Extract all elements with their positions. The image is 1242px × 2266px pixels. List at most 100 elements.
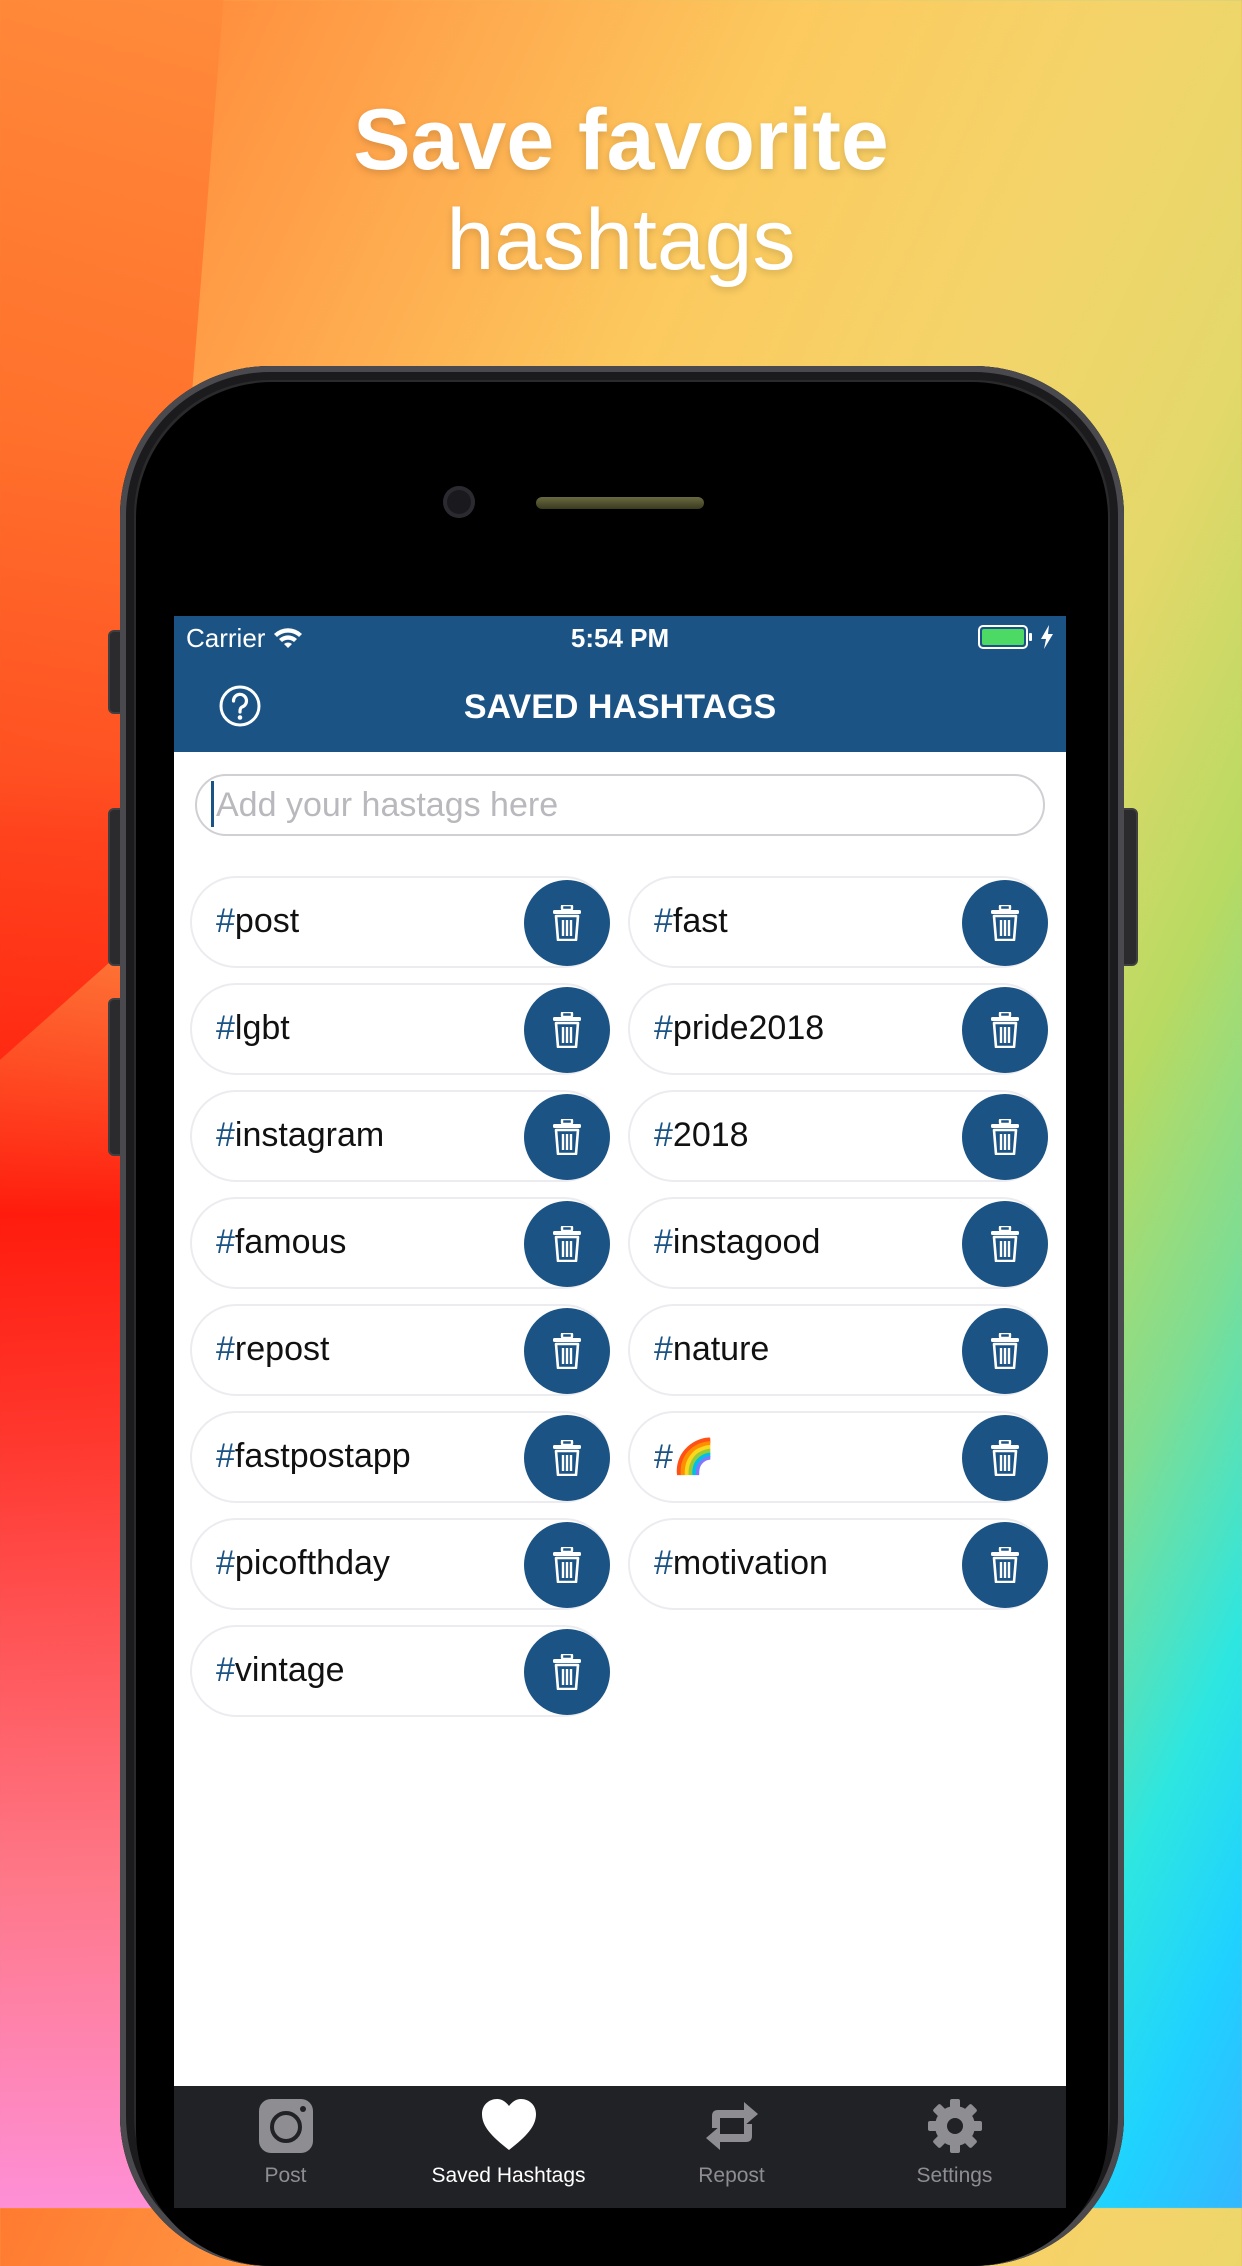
camera-icon	[259, 2099, 313, 2153]
delete-hashtag-button[interactable]	[524, 987, 610, 1073]
hash-symbol: #	[216, 1009, 235, 1047]
hash-symbol: #	[216, 1223, 235, 1261]
trash-icon	[991, 1440, 1019, 1476]
hashtag-chip[interactable]: #fast	[628, 876, 1048, 968]
hashtag-label: vintage	[234, 1651, 345, 1689]
trash-icon	[553, 1333, 581, 1369]
heart-icon	[482, 2099, 536, 2150]
tab-saved-hashtags[interactable]: Saved Hashtags	[397, 2086, 620, 2208]
hash-symbol: #	[216, 1330, 235, 1368]
tab-settings[interactable]: Settings	[843, 2086, 1066, 2208]
delete-hashtag-button[interactable]	[962, 987, 1048, 1073]
hash-symbol: #	[216, 1651, 235, 1689]
hashtag-chip[interactable]: #fastpostapp	[190, 1411, 610, 1503]
trash-icon	[991, 1333, 1019, 1369]
charging-bolt-icon	[1041, 625, 1053, 649]
hashtag-chip[interactable]: #repost	[190, 1304, 610, 1396]
hashtag-label: lgbt	[234, 1009, 290, 1047]
page-title: SAVED HASHTAGS	[463, 688, 777, 726]
hashtag-chip[interactable]: #picofthday	[190, 1518, 610, 1610]
hashtag-chip[interactable]: #instagram	[190, 1090, 610, 1182]
tab-repost-label: Repost	[698, 2164, 765, 2187]
hashtag-label: instagram	[234, 1116, 385, 1154]
hashtag-chip[interactable]: #🌈	[628, 1411, 1048, 1503]
power-button	[1122, 808, 1138, 966]
trash-icon	[553, 1547, 581, 1583]
hashtag-label: fast	[672, 902, 728, 940]
delete-hashtag-button[interactable]	[524, 880, 610, 966]
delete-hashtag-button[interactable]	[524, 1415, 610, 1501]
headline-line-2: hashtags	[446, 192, 796, 288]
gear-icon	[928, 2099, 982, 2153]
hashtag-text: #lgbt	[216, 1009, 290, 1048]
battery-indicator	[978, 625, 1054, 649]
tab-settings-label: Settings	[916, 2164, 993, 2187]
hashtag-chip[interactable]: #post	[190, 876, 610, 968]
headline-line-1: Save favorite	[353, 92, 889, 188]
hash-symbol: #	[654, 902, 673, 940]
status-time: 5:54 PM	[570, 623, 670, 653]
hashtag-chip[interactable]: #pride2018	[628, 983, 1048, 1075]
tab-saved-hashtags-label: Saved Hashtags	[431, 2164, 586, 2187]
earpiece-speaker	[536, 497, 704, 509]
delete-hashtag-button[interactable]	[962, 1415, 1048, 1501]
trash-icon	[991, 1226, 1019, 1262]
hashtag-input[interactable]: Add your hastags here	[195, 774, 1045, 836]
trash-icon	[553, 1012, 581, 1048]
delete-hashtag-button[interactable]	[524, 1629, 610, 1715]
hashtag-chip[interactable]: #lgbt	[190, 983, 610, 1075]
hash-symbol: #	[654, 1116, 673, 1154]
hashtag-label: repost	[234, 1330, 330, 1368]
hash-symbol: #	[654, 1544, 673, 1582]
hash-symbol: #	[216, 1544, 235, 1582]
hash-symbol: #	[216, 1437, 235, 1475]
trash-icon	[553, 905, 581, 941]
delete-hashtag-button[interactable]	[962, 1094, 1048, 1180]
hashtag-text: #🌈	[654, 1437, 715, 1477]
delete-hashtag-button[interactable]	[962, 1308, 1048, 1394]
navigation-bar: SAVED HASHTAGS	[174, 660, 1066, 752]
hashtag-label: picofthday	[234, 1544, 390, 1582]
hashtag-text: #2018	[654, 1116, 749, 1155]
tab-post[interactable]: Post	[174, 2086, 397, 2208]
delete-hashtag-button[interactable]	[962, 1201, 1048, 1287]
hashtag-chip[interactable]: #vintage	[190, 1625, 610, 1717]
trash-icon	[553, 1654, 581, 1690]
status-bar: Carrier 5:54 PM	[174, 616, 1066, 660]
tab-repost[interactable]: Repost	[620, 2086, 843, 2208]
delete-hashtag-button[interactable]	[524, 1308, 610, 1394]
hashtag-text: #nature	[654, 1330, 769, 1369]
hashtag-text: #pride2018	[654, 1009, 824, 1048]
hashtag-chip[interactable]: #motivation	[628, 1518, 1048, 1610]
hashtag-text: #post	[216, 902, 299, 941]
hashtag-text: #fastpostapp	[216, 1437, 411, 1476]
hashtag-chip[interactable]: #instagood	[628, 1197, 1048, 1289]
hashtag-label: 🌈	[672, 1438, 716, 1476]
app-screen: Carrier 5:54 PM SAVED HASHTAGS Add your …	[174, 616, 1066, 2208]
hashtag-label: post	[234, 902, 300, 940]
delete-hashtag-button[interactable]	[962, 1522, 1048, 1608]
trash-icon	[991, 1119, 1019, 1155]
hash-symbol: #	[654, 1330, 673, 1368]
hash-symbol: #	[654, 1438, 673, 1476]
hashtag-input-placeholder: Add your hastags here	[216, 786, 559, 824]
hashtag-chip[interactable]: #nature	[628, 1304, 1048, 1396]
trash-icon	[553, 1226, 581, 1262]
hashtag-text: #motivation	[654, 1544, 828, 1583]
front-camera	[443, 486, 475, 518]
hashtag-chip[interactable]: #2018	[628, 1090, 1048, 1182]
hash-symbol: #	[216, 1116, 235, 1154]
hashtag-label: motivation	[672, 1544, 828, 1582]
hashtag-text: #instagood	[654, 1223, 820, 1262]
hashtag-chip[interactable]: #famous	[190, 1197, 610, 1289]
delete-hashtag-button[interactable]	[524, 1094, 610, 1180]
hashtag-text: #vintage	[216, 1651, 345, 1690]
delete-hashtag-button[interactable]	[524, 1201, 610, 1287]
hashtag-text: #repost	[216, 1330, 329, 1369]
headline: Save favorite hashtags	[0, 90, 1242, 290]
delete-hashtag-button[interactable]	[524, 1522, 610, 1608]
repost-icon	[706, 2102, 758, 2150]
hash-symbol: #	[216, 902, 235, 940]
delete-hashtag-button[interactable]	[962, 880, 1048, 966]
hash-symbol: #	[654, 1009, 673, 1047]
